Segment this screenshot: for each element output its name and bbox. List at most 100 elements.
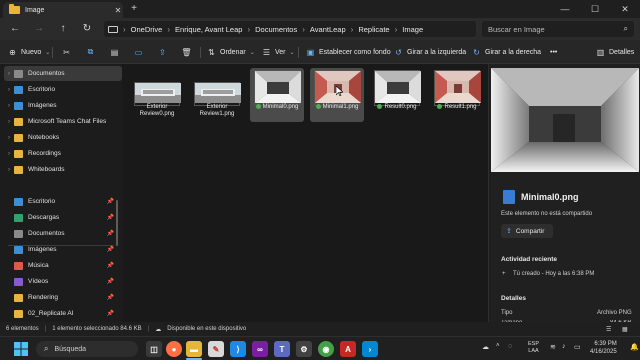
file-item[interactable]: Minimal0.png	[250, 68, 304, 122]
file-list: Exterior Review0.png Exterior Review1.png Mi…	[122, 64, 488, 322]
chevron-right-icon[interactable]: ›	[4, 119, 14, 125]
details-button[interactable]: ▥ Detalles	[596, 45, 635, 59]
task-view-icon[interactable]: ◫	[146, 341, 162, 357]
rotate-right-button[interactable]: ↻ Girar a la derecha	[472, 45, 541, 59]
sidebar-item[interactable]: Vídeos 📌	[4, 274, 122, 289]
acrobat-icon[interactable]: A	[340, 341, 356, 357]
chevron-down-icon: ⌄	[249, 49, 255, 56]
file-item[interactable]: Result0.png	[370, 68, 424, 122]
rename-icon[interactable]: ▭	[134, 45, 143, 59]
view-label: Ver	[275, 48, 286, 56]
forward-icon[interactable]: →	[32, 22, 46, 36]
breadcrumb-documentos[interactable]: Documentos	[255, 25, 297, 34]
battery-icon[interactable]: ▭	[574, 343, 581, 351]
address-bar[interactable]: › OneDrive › Enrique, Avant Leap › Docum…	[104, 21, 476, 37]
pin-icon[interactable]: 📌	[107, 278, 114, 285]
sidebar-item[interactable]: › Notebooks	[4, 130, 122, 145]
sidebar-item[interactable]: Documentos 📌	[4, 226, 122, 241]
pin-icon[interactable]: 📌	[107, 246, 114, 253]
details-view-icon[interactable]: ☰	[606, 326, 611, 333]
set-background-button[interactable]: ▣ Establecer como fondo	[306, 45, 391, 59]
tab-image[interactable]: Image ✕	[3, 2, 123, 18]
view-button[interactable]: ☰ Ver ⌄	[262, 45, 295, 59]
pin-icon[interactable]: 📌	[107, 198, 114, 205]
share-icon[interactable]: ⇪	[158, 45, 167, 59]
new-tab-button[interactable]: +	[128, 3, 140, 15]
weather-icon[interactable]: ☁	[482, 343, 489, 351]
back-icon[interactable]: ←	[8, 22, 22, 36]
paste-icon[interactable]: ▤	[110, 45, 119, 59]
pin-icon[interactable]: 📌	[107, 310, 114, 317]
clock[interactable]: 6:39 PM 4/16/2025	[590, 340, 617, 356]
network-icon[interactable]: ◌	[508, 343, 512, 350]
up-icon[interactable]: ↑	[56, 22, 70, 36]
file-item[interactable]: Exterior Review0.png	[130, 68, 184, 122]
file-explorer-icon[interactable]: ▬	[186, 341, 202, 357]
new-button[interactable]: ⊕ Nuevo ⌄	[8, 45, 50, 59]
chevron-right-icon[interactable]: ›	[4, 167, 14, 173]
sidebar-item[interactable]: Escritorio 📌	[4, 194, 122, 209]
sidebar-item[interactable]: Descargas 📌	[4, 210, 122, 225]
cut-icon[interactable]: ✂	[62, 45, 71, 59]
file-item[interactable]: Result1.png	[430, 68, 484, 122]
sidebar-item[interactable]: › Microsoft Teams Chat Files	[4, 114, 122, 129]
chevron-right-icon[interactable]: ›	[4, 71, 14, 77]
sidebar-item[interactable]: › Documentos	[4, 66, 122, 81]
maximize-button[interactable]: ☐	[580, 0, 610, 18]
tiles-view-icon[interactable]: ▦	[622, 326, 628, 333]
chrome-icon[interactable]: ◉	[318, 341, 334, 357]
copilot-icon[interactable]: ●	[166, 341, 182, 357]
sidebar-item[interactable]: › Imágenes	[4, 98, 122, 113]
delete-icon[interactable]: 🗑	[181, 45, 191, 59]
breadcrumb-avantleap[interactable]: AvantLeap	[310, 25, 346, 34]
chevron-right-icon[interactable]: ›	[4, 151, 14, 157]
breadcrumb-onedrive[interactable]: OneDrive	[131, 25, 163, 34]
breadcrumb-image[interactable]: Image	[402, 25, 423, 34]
tab-close-icon[interactable]: ✕	[113, 6, 123, 15]
sidebar-item-label: Documentos	[28, 70, 65, 77]
refresh-icon[interactable]: ↻	[80, 22, 94, 36]
search-input[interactable]: Buscar en Image ⌕	[482, 21, 634, 37]
chevron-up-icon[interactable]: ˄	[496, 343, 500, 349]
minimize-button[interactable]: —	[550, 0, 580, 18]
sidebar-item[interactable]: Imágenes 📌	[4, 242, 122, 257]
folder-icon	[14, 133, 23, 142]
chevron-right-icon[interactable]: ›	[4, 135, 14, 141]
desktop-icon	[14, 85, 23, 94]
breadcrumb-replicate[interactable]: Replicate	[358, 25, 389, 34]
pin-icon[interactable]: 📌	[107, 294, 114, 301]
close-button[interactable]: ✕	[610, 0, 640, 18]
terminal-icon[interactable]: ›	[362, 341, 378, 357]
chevron-right-icon[interactable]: ›	[4, 103, 14, 109]
chevron-right-icon[interactable]: ›	[4, 87, 14, 93]
sidebar-item[interactable]: Música 📌	[4, 258, 122, 273]
visual-studio-icon[interactable]: ∞	[252, 341, 268, 357]
breadcrumb-user[interactable]: Enrique, Avant Leap	[175, 25, 242, 34]
teams-icon[interactable]: T	[274, 341, 290, 357]
settings-icon[interactable]: ⚙	[296, 341, 312, 357]
status-separator: |	[147, 326, 150, 332]
sidebar-item[interactable]: › Whiteboards	[4, 162, 122, 177]
pin-icon[interactable]: 📌	[107, 262, 114, 269]
taskbar-search[interactable]: ⌕ Búsqueda	[36, 341, 138, 357]
notepad-icon[interactable]: ✎	[208, 341, 224, 357]
sidebar-item[interactable]: 02_Replicate AI 📌	[4, 306, 122, 321]
pin-icon[interactable]: 📌	[107, 230, 114, 237]
sort-button[interactable]: ⇅ Ordenar ⌄	[207, 45, 255, 59]
sidebar-item[interactable]: › Recordings	[4, 146, 122, 161]
wifi-icon[interactable]: ≋	[550, 343, 556, 351]
more-options-button[interactable]: •••	[550, 45, 557, 59]
vscode-icon[interactable]: ⟩	[230, 341, 246, 357]
rotate-left-button[interactable]: ↺ Girar a la izquierda	[394, 45, 466, 59]
file-item[interactable]: Exterior Review1.png	[190, 68, 244, 122]
share-button[interactable]: ⇪ Compartir	[501, 224, 553, 238]
start-icon[interactable]	[14, 342, 28, 356]
music-icon	[14, 261, 23, 270]
sidebar-item[interactable]: Rendering 📌	[4, 290, 122, 305]
copy-icon[interactable]: ⧉	[86, 45, 95, 59]
sidebar-item[interactable]: › Escritorio	[4, 82, 122, 97]
volume-icon[interactable]: ♪	[562, 343, 566, 350]
pin-icon[interactable]: 📌	[107, 214, 114, 221]
language-indicator[interactable]: ESP LAA	[528, 341, 539, 355]
bell-icon[interactable]: 🔔	[630, 343, 639, 351]
